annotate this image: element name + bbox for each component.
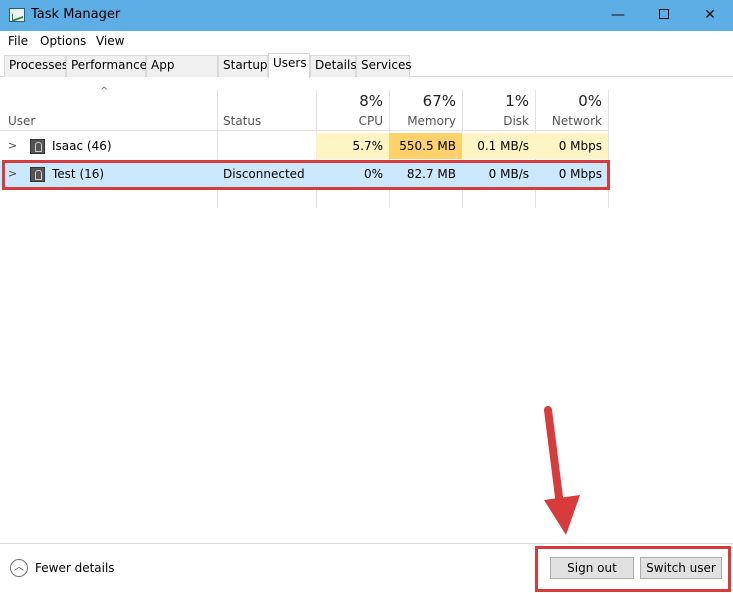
menu-view[interactable]: View	[96, 34, 124, 48]
row-disk: 0.1 MB/s	[462, 133, 535, 159]
minimize-button[interactable]: —	[595, 0, 641, 31]
user-avatar-icon	[30, 139, 45, 154]
tab-users[interactable]: Users	[268, 53, 310, 78]
row-network: 0 Mbps	[535, 133, 608, 159]
tab-strip: Processes Performance App history Startu…	[0, 53, 733, 91]
row-cpu: 5.7%	[316, 133, 389, 159]
window-title: Task Manager	[31, 7, 121, 22]
header-cpu-percent[interactable]: 8%	[316, 92, 383, 110]
buttons-highlight-annotation	[535, 546, 731, 592]
header-network[interactable]: Network	[535, 114, 602, 128]
header-network-percent[interactable]: 0%	[535, 92, 602, 110]
table-row[interactable]: > Isaac (46) 5.7% 550.5 MB 0.1 MB/s 0 Mb…	[0, 133, 608, 159]
chevron-right-icon[interactable]: >	[8, 133, 17, 159]
tab-app-history[interactable]: App history	[146, 55, 218, 91]
header-cpu[interactable]: CPU	[316, 114, 383, 128]
menu-options[interactable]: Options	[40, 34, 86, 48]
header-memory-percent[interactable]: 67%	[389, 92, 456, 110]
header-divider	[0, 130, 608, 131]
taskmanager-app-icon	[9, 8, 25, 22]
title-bar: Task Manager — ✕	[0, 0, 733, 31]
header-status[interactable]: Status	[223, 114, 261, 128]
tab-details[interactable]: Details	[310, 55, 357, 77]
tab-startup[interactable]: Startup	[218, 55, 268, 77]
tab-services[interactable]: Services	[356, 55, 412, 77]
row-highlight-annotation	[2, 160, 610, 190]
fewer-details-link[interactable]: Fewer details	[35, 561, 115, 575]
footer-bar: ︿ Fewer details Sign out Switch user	[0, 543, 733, 593]
chevron-up-circle-icon[interactable]: ︿	[10, 559, 28, 577]
menu-bar: File Options View	[0, 31, 733, 53]
column-separator	[608, 90, 609, 208]
maximize-icon	[659, 9, 669, 19]
row-memory: 550.5 MB	[389, 133, 462, 159]
header-user[interactable]: User	[8, 114, 35, 128]
tab-processes[interactable]: Processes	[4, 55, 68, 77]
header-disk[interactable]: Disk	[462, 114, 529, 128]
close-button[interactable]: ✕	[687, 0, 733, 31]
users-grid: ^ User Status 8% CPU 67% Memory 1% Disk …	[0, 78, 733, 543]
sort-ascending-icon: ^	[100, 86, 109, 97]
header-memory[interactable]: Memory	[389, 114, 456, 128]
menu-file[interactable]: File	[8, 34, 28, 48]
row-user-name: Isaac (46)	[52, 139, 112, 153]
tab-performance[interactable]: Performance	[66, 55, 147, 77]
maximize-button[interactable]	[641, 0, 687, 31]
header-disk-percent[interactable]: 1%	[462, 92, 529, 110]
